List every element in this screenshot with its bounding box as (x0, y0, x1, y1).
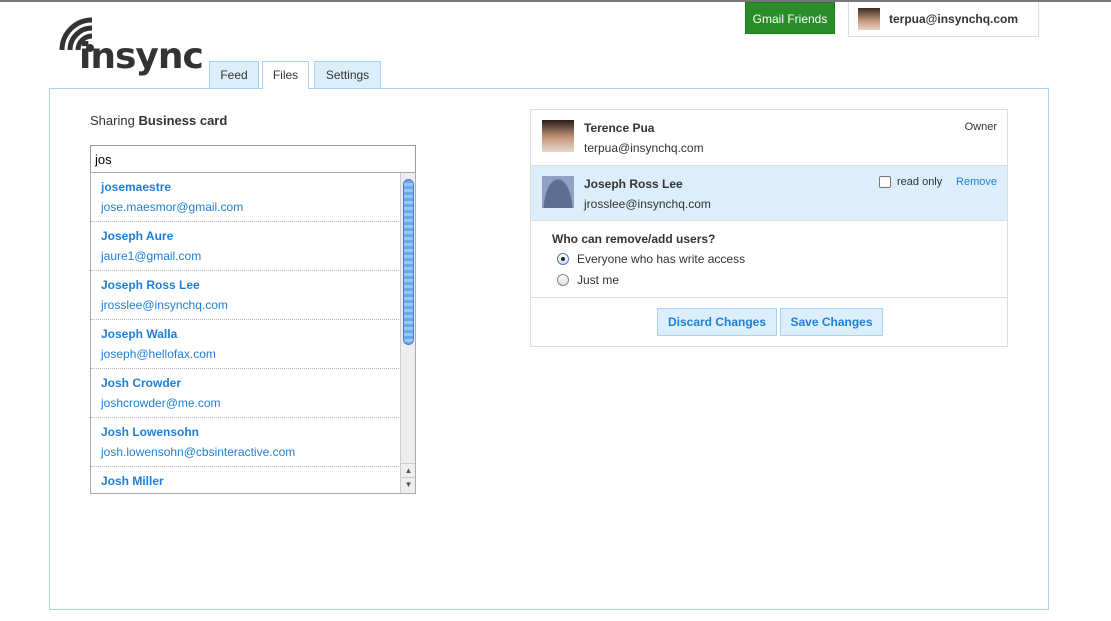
sharing-prefix: Sharing (90, 113, 135, 128)
avatar (542, 176, 574, 208)
suggestion-name: Joseph Aure (101, 229, 174, 243)
suggestion-email: jrosslee@insynchq.com (101, 298, 228, 312)
read-only-checkbox[interactable] (879, 176, 891, 188)
suggestion-name: Josh Crowder (101, 376, 182, 390)
tab-feed[interactable]: Feed (209, 61, 259, 89)
gmail-friends-button[interactable]: Gmail Friends (745, 2, 835, 34)
sharing-title: Sharing Business card (90, 113, 227, 128)
divider (531, 297, 1007, 298)
member-name: Joseph Ross Lee (584, 177, 683, 191)
share-search-input[interactable] (90, 145, 416, 173)
list-item[interactable]: Joseph Aure jaure1@gmail.com (91, 222, 401, 271)
save-changes-button[interactable]: Save Changes (780, 308, 883, 336)
radio-just-me[interactable]: Just me (557, 273, 619, 287)
member-email: jrosslee@insynchq.com (584, 197, 711, 211)
members-panel: Terence Pua terpua@insynchq.com Owner Jo… (530, 109, 1008, 347)
list-item[interactable]: Joseph Walla joseph@hellofax.com (91, 320, 401, 369)
suggestion-email: jaure1@gmail.com (101, 249, 202, 263)
member-row: Joseph Ross Lee jrosslee@insynchq.com re… (531, 166, 1007, 221)
suggestion-name: Joseph Ross Lee (101, 278, 200, 292)
insync-logo[interactable]: insync (58, 16, 204, 77)
list-item[interactable]: Joseph Ross Lee jrosslee@insynchq.com (91, 271, 401, 320)
suggestion-name: Joseph Walla (101, 327, 178, 341)
radio-icon[interactable] (557, 274, 569, 286)
suggestion-name: josemaestre (101, 180, 172, 194)
tab-settings[interactable]: Settings (314, 61, 381, 89)
remove-link[interactable]: Remove (956, 176, 997, 188)
discard-changes-button[interactable]: Discard Changes (657, 308, 777, 336)
radio-label: Just me (577, 273, 620, 287)
avatar (542, 120, 574, 152)
suggestion-email: josh.lowensohn@cbsinteractive.com (101, 445, 296, 459)
member-row: Terence Pua terpua@insynchq.com Owner (531, 110, 1007, 166)
suggestion-name: Josh Lowensohn (101, 425, 200, 439)
permissions-question: Who can remove/add users? (552, 232, 716, 246)
radio-selected-icon[interactable] (557, 253, 569, 265)
suggestion-name: Josh Miller (101, 474, 164, 488)
list-item[interactable]: Josh Crowder joshcrowder@me.com (91, 369, 401, 418)
file-name: Business card (138, 113, 228, 128)
list-item[interactable]: Josh Lowensohn josh.lowensohn@cbsinteract… (91, 418, 401, 467)
user-menu[interactable]: terpua@insynchq.com (848, 2, 1039, 37)
role-label: Owner (964, 121, 997, 133)
list-item[interactable]: josemaestre jose.maesmor@gmail.com (91, 173, 401, 222)
tab-files[interactable]: Files (262, 61, 309, 89)
suggestion-email: joseph@hellofax.com (101, 347, 216, 361)
radio-label: Everyone who has write access (577, 252, 746, 266)
scrollbar-thumb[interactable] (403, 179, 414, 345)
scrollbar[interactable]: ▲ ▼ (400, 173, 415, 493)
scroll-up-icon[interactable]: ▲ (401, 463, 415, 477)
suggestion-email: jose.maesmor@gmail.com (101, 200, 244, 214)
scroll-down-icon[interactable]: ▼ (401, 477, 415, 491)
radio-write-access[interactable]: Everyone who has write access (557, 252, 745, 266)
suggestion-list: josemaestre jose.maesmor@gmail.com Joseph… (90, 172, 416, 494)
suggestion-email: joshcrowder@me.com (101, 396, 221, 410)
user-email: terpua@insynchq.com (889, 12, 1019, 26)
member-email: terpua@insynchq.com (584, 141, 704, 155)
read-only-label: read only (897, 176, 943, 188)
member-name: Terence Pua (584, 121, 655, 135)
list-item[interactable]: Josh Miller (91, 467, 401, 493)
logo-text: insync (79, 36, 204, 77)
avatar (858, 8, 880, 30)
